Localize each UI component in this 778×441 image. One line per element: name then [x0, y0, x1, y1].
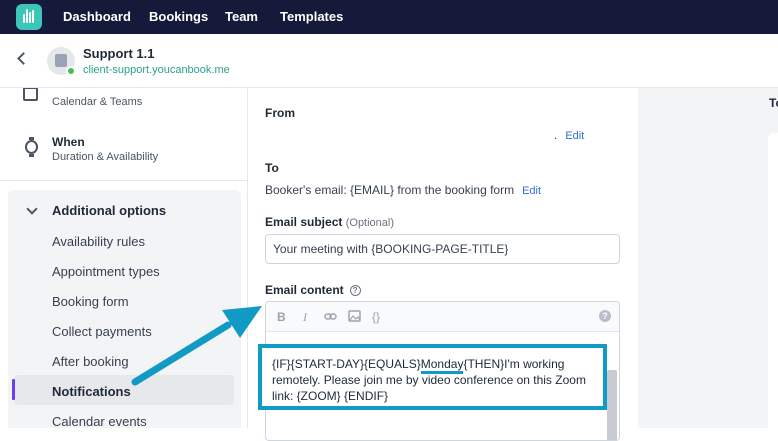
email-subject-input[interactable]: Your meeting with {BOOKING-PAGE-TITLE} [265, 234, 620, 264]
page-title: Support 1.1 [83, 46, 155, 61]
active-item-indicator [12, 379, 15, 400]
preview-panel: To [638, 88, 778, 433]
page-url-link[interactable]: client-support.youcanbook.me [83, 64, 230, 76]
conditional-part-1: {IF}{START-DAY}{EQUALS} [272, 357, 421, 371]
from-edit-link[interactable]: Edit [565, 130, 584, 142]
nav-team[interactable]: Team [225, 9, 258, 24]
email-content-label: Email content? [265, 283, 361, 297]
sidebar-item-collect-payments[interactable]: Collect payments [52, 324, 152, 339]
watch-icon [25, 137, 38, 157]
email-subject-label-text: Email subject [265, 215, 343, 229]
to-edit-link[interactable]: Edit [522, 185, 541, 197]
preview-card [768, 133, 778, 433]
image-icon[interactable] [348, 310, 361, 322]
editor-help-icon[interactable]: ? [599, 310, 611, 322]
calendar-icon [23, 88, 38, 101]
sidebar-item-availability-rules[interactable]: Availability rules [52, 234, 145, 249]
sidebar-divider [0, 180, 247, 181]
email-subject-label: Email subject (Optional) [265, 215, 394, 229]
avatar [47, 47, 76, 76]
italic-icon[interactable]: I [303, 310, 307, 325]
bold-icon[interactable]: B [277, 310, 286, 324]
email-content-label-text: Email content [265, 283, 344, 297]
booking-page-icon [55, 54, 67, 67]
sidebar-calendar-subtitle[interactable]: Calendar & Teams [52, 96, 142, 108]
nav-templates[interactable]: Templates [280, 9, 343, 24]
to-value: Booker's email: {EMAIL} from the booking… [265, 183, 515, 197]
sidebar-item-calendar-events[interactable]: Calendar events [52, 414, 147, 428]
to-row: Booker's email: {EMAIL} from the booking… [265, 183, 541, 197]
app-logo[interactable] [16, 4, 42, 30]
sidebar-item-booking-form[interactable]: Booking form [52, 294, 129, 309]
preview-heading: To [769, 96, 778, 110]
highlighted-conditional-text: {IF}{START-DAY}{EQUALS}Monday{THEN}I'm w… [258, 344, 607, 410]
code-icon[interactable]: {} [372, 310, 380, 324]
sidebar-group-additional-options[interactable]: Additional options [52, 203, 166, 218]
link-icon[interactable] [324, 311, 337, 322]
editor-toolbar: B I {} ? [266, 302, 619, 332]
nav-bookings[interactable]: Bookings [149, 9, 208, 24]
from-label: From [265, 106, 295, 120]
to-label: To [265, 161, 279, 175]
from-row: . Edit [554, 128, 584, 142]
conditional-day-value: Monday [420, 357, 464, 374]
online-status-dot [66, 66, 76, 76]
sidebar-item-when[interactable]: When [52, 135, 85, 149]
page-header: Support 1.1 client-support.youcanbook.me [0, 34, 778, 88]
sidebar: Calendar & Teams When Duration & Availab… [0, 88, 248, 428]
sidebar-item-appointment-types[interactable]: Appointment types [52, 264, 160, 279]
sidebar-item-after-booking[interactable]: After booking [52, 354, 129, 369]
notification-editor: From . Edit To Booker's email: {EMAIL} fr… [249, 88, 638, 441]
back-arrow-icon[interactable] [17, 52, 30, 65]
editor-scrollbar[interactable] [607, 370, 617, 440]
nav-dashboard[interactable]: Dashboard [63, 9, 131, 24]
optional-tag: (Optional) [345, 217, 395, 229]
top-navigation: Dashboard Bookings Team Templates [0, 0, 778, 34]
from-value: . [554, 128, 558, 142]
help-icon[interactable]: ? [349, 285, 361, 296]
sidebar-item-notifications[interactable]: Notifications [52, 384, 131, 399]
sidebar-when-subtitle: Duration & Availability [52, 151, 159, 163]
